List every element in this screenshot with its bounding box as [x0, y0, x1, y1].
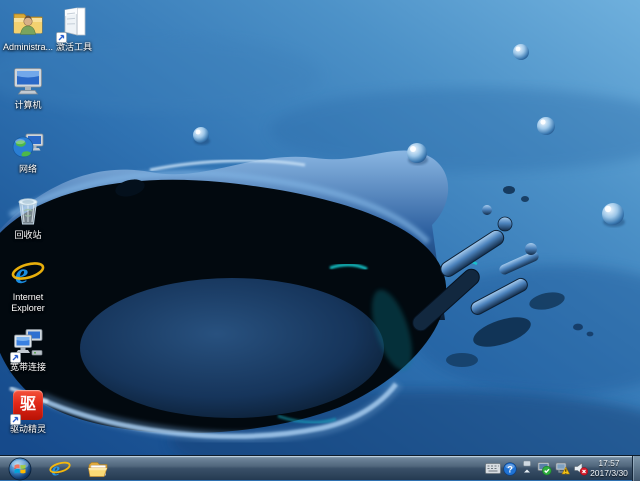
desktop-icon-recycle-bin[interactable]: 回收站 — [0, 194, 56, 241]
computer-icon — [11, 64, 45, 98]
user-folder-icon — [11, 6, 45, 40]
shortcut-arrow-icon — [56, 30, 67, 43]
activation-tool-icon — [56, 6, 91, 43]
recycle-bin-icon — [11, 194, 45, 228]
desktop-icon-driver-genius[interactable]: 驱 驱动精灵 — [0, 388, 56, 435]
clock-date: 2017/3/30 — [590, 468, 628, 478]
icon-label: Internet Explorer — [11, 292, 45, 313]
driver-genius-icon: 驱 — [10, 388, 45, 425]
network-icon — [11, 128, 45, 162]
icon-label: 网络 — [18, 164, 37, 174]
internet-explorer-icon: e — [11, 256, 45, 290]
icon-label: 计算机 — [14, 100, 42, 110]
start-button[interactable] — [6, 456, 34, 481]
desktop-icon-broadband-connection[interactable]: 宽带连接 — [0, 326, 56, 373]
svg-text:?: ? — [507, 464, 513, 475]
desktop-icon-computer[interactable]: 计算机 — [0, 64, 56, 111]
desktop-icon-network[interactable]: 网络 — [0, 128, 56, 175]
broadband-connection-icon — [10, 326, 45, 363]
shortcut-arrow-icon — [10, 350, 21, 363]
internet-explorer-icon: e — [49, 459, 71, 480]
desktop-icon-activation-tool[interactable]: 激活工具 — [46, 6, 102, 53]
help-icon[interactable]: ? — [502, 456, 518, 481]
clock-time: 17:57 — [598, 458, 620, 468]
folder-icon — [88, 461, 108, 477]
input-method-keyboard-icon[interactable] — [484, 456, 502, 481]
taskbar-windows-explorer-button[interactable] — [82, 456, 114, 481]
icon-label: 宽带连接 — [9, 362, 46, 372]
network-warning-icon[interactable] — [553, 456, 571, 481]
icon-label: 激活工具 — [55, 42, 92, 52]
desktop-icon-internet-explorer[interactable]: e Internet Explorer — [0, 256, 56, 314]
shortcut-arrow-icon — [10, 412, 21, 425]
taskbar-internet-explorer-button[interactable]: e — [44, 456, 76, 481]
taskbar: e ? 17:57 2017/3/30 — [0, 455, 640, 481]
svg-text:e: e — [15, 257, 28, 290]
taskbar-clock[interactable]: 17:57 2017/3/30 — [584, 458, 634, 479]
icon-label: 驱动精灵 — [9, 424, 46, 434]
wallpaper-water-splash — [0, 0, 640, 480]
icon-label: 回收站 — [14, 230, 42, 240]
show-hidden-icons-button[interactable] — [520, 456, 534, 481]
safety-check-icon[interactable] — [535, 456, 553, 481]
show-desktop-button[interactable] — [632, 456, 640, 481]
